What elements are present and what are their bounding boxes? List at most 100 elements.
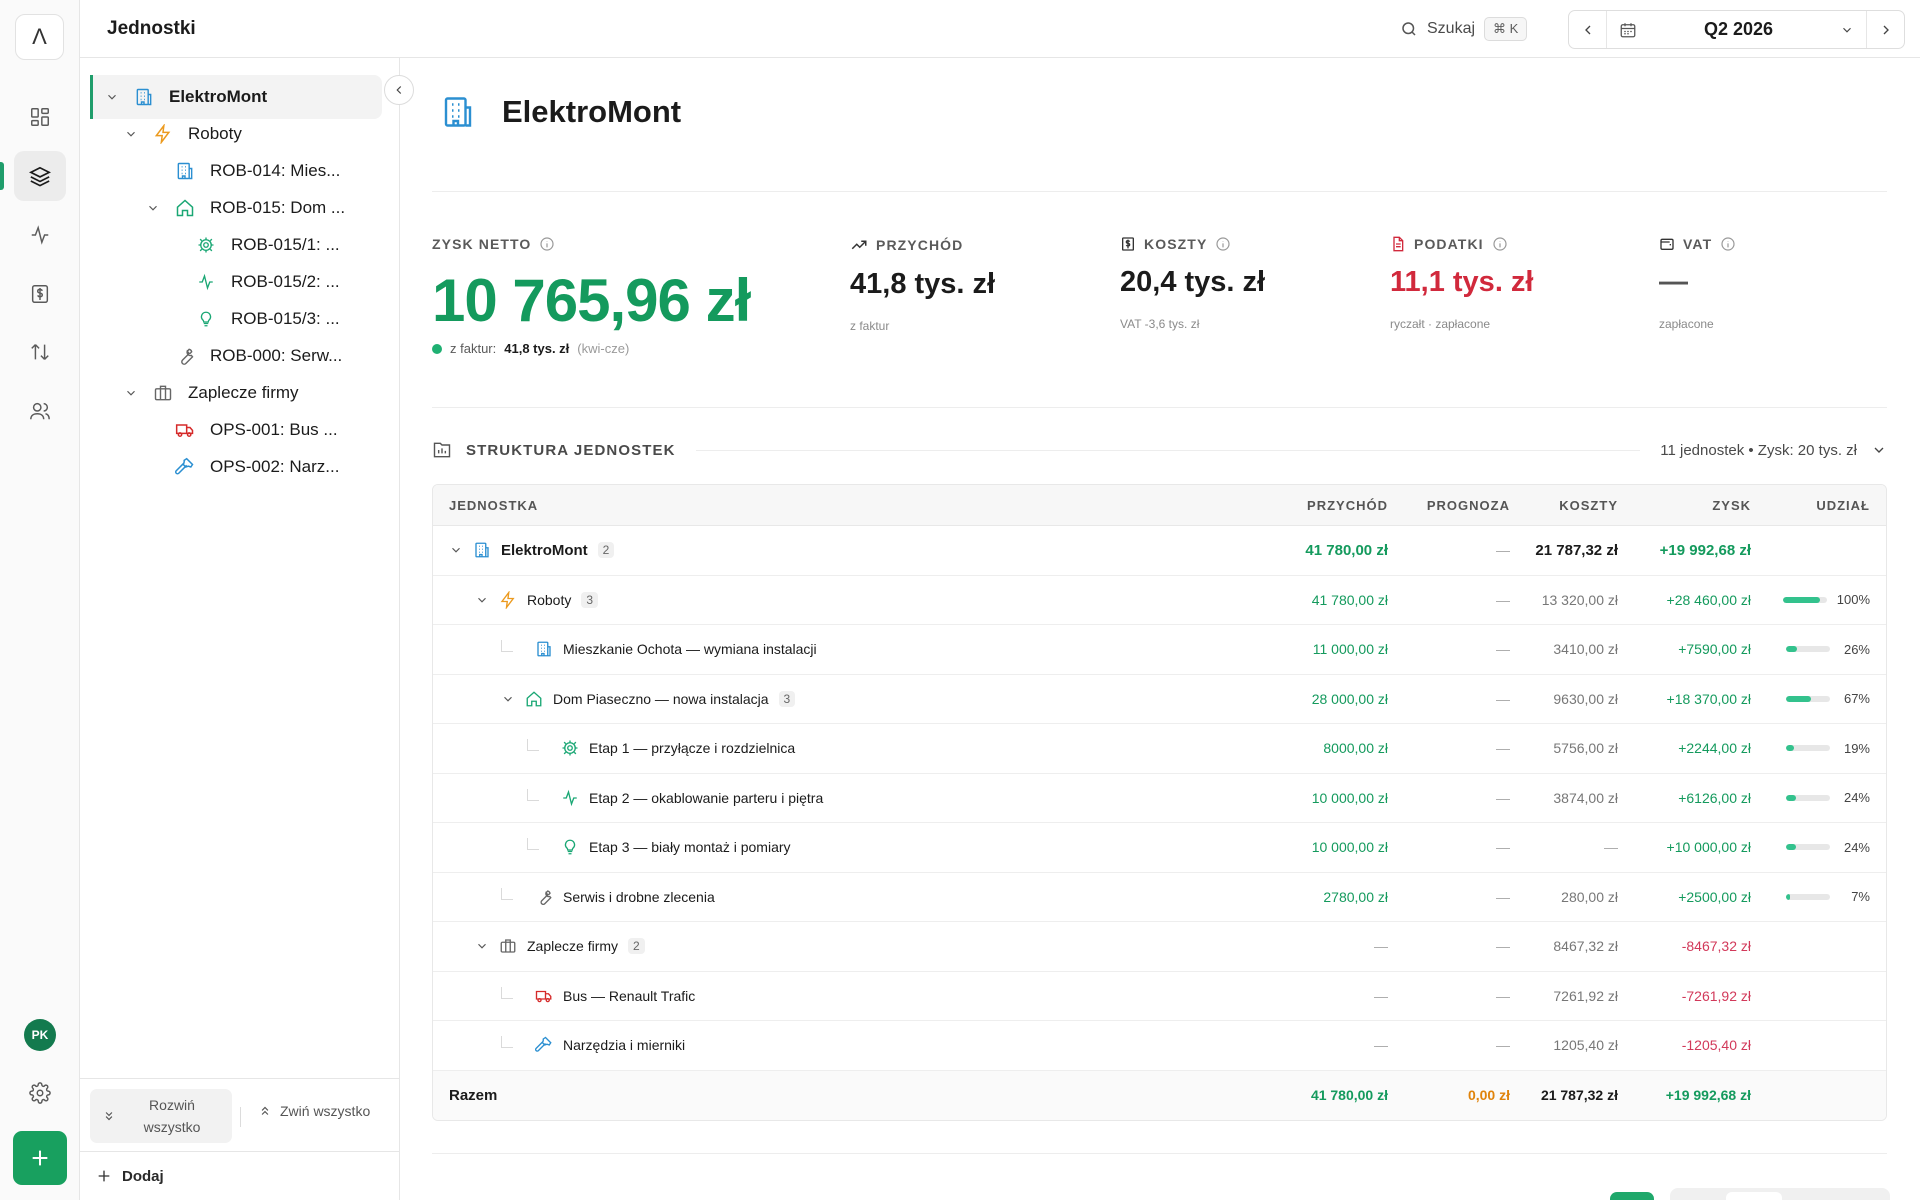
info-icon[interactable] (539, 236, 555, 252)
segment-active (1726, 1192, 1782, 1200)
row-profit: +2500,00 zł (1678, 888, 1751, 905)
hammer-icon (535, 1036, 552, 1052)
chevron-down-icon[interactable] (120, 386, 142, 400)
plus-icon (32, 1150, 48, 1166)
period-next-button[interactable] (1866, 11, 1904, 48)
row-costs: 21 787,32 zł (1535, 541, 1618, 559)
collapse-panel-button[interactable] (384, 75, 414, 105)
row-costs: 7261,92 zł (1553, 987, 1618, 1004)
quick-add-button[interactable] (13, 1131, 67, 1185)
kpi-net-profit: ZYSK NETTO 10 765,96 zł z faktur: 41,8 t… (432, 236, 751, 356)
section-title: Jednostki (107, 18, 196, 39)
user-avatar[interactable]: PK (24, 1019, 56, 1051)
total-revenue: 41 780,00 zł (1310, 1087, 1388, 1103)
table-row[interactable]: Mieszkanie Ochota — wymiana instalacji 11… (433, 625, 1886, 675)
lightbulb-icon (195, 310, 217, 328)
row-costs: 13 320,00 zł (1541, 591, 1618, 608)
collapse-all-button[interactable]: Zwiń wszystko (258, 1103, 370, 1119)
col-profit[interactable]: ZYSK (1712, 485, 1751, 525)
row-forecast: — (1496, 591, 1510, 608)
nav-invoices[interactable] (14, 269, 66, 319)
bolt-icon (500, 590, 515, 609)
col-forecast[interactable]: PROGNOZA (1427, 485, 1510, 525)
info-icon[interactable] (1492, 236, 1508, 252)
arrows-updown-icon (31, 344, 49, 360)
col-revenue[interactable]: PRZYCHÓD (1307, 485, 1388, 525)
kpi-taxes: PODATKI 11,1 tys. zł ryczałt · zapłacone (1390, 236, 1534, 331)
row-profit: +28 460,00 zł (1666, 591, 1751, 608)
nav-settings[interactable] (14, 1068, 66, 1118)
expand-all-button[interactable]: Rozwiń wszystko (90, 1089, 232, 1143)
nav-contacts[interactable] (14, 386, 66, 436)
view-segmented-control[interactable] (1670, 1188, 1890, 1200)
table-row[interactable]: Etap 1 — przyłącze i rozdzielnica 8000,00… (433, 724, 1886, 774)
chevron-down-icon[interactable] (101, 90, 123, 104)
row-name: Roboty 3 (475, 576, 599, 625)
col-unit[interactable]: JEDNOSTKA (449, 485, 538, 525)
row-forecast: — (1496, 641, 1510, 658)
table-header: JEDNOSTKA PRZYCHÓD PROGNOZA KOSZTY ZYSK … (433, 485, 1886, 526)
chevron-down-icon[interactable] (475, 593, 489, 607)
kpi-value: 41,8 tys. zł (850, 268, 996, 300)
period-select[interactable]: Q2 2026 (1607, 19, 1866, 40)
table-row[interactable]: ElektroMont 2 41 780,00 zł — 21 787,32 zł +19… (433, 526, 1886, 576)
table-row[interactable]: Serwis i drobne zlecenia 2780,00 zł — 280,0… (433, 873, 1886, 922)
row-costs: 5756,00 zł (1553, 740, 1618, 757)
table-total-row: Razem 41 780,00 zł 0,00 zł 21 787,32 zł … (433, 1070, 1886, 1120)
table-row[interactable]: Zaplecze firmy 2 — — 8467,32 zł -8467,32 zł (433, 922, 1886, 972)
child-count-badge: 3 (778, 690, 796, 707)
table-row[interactable]: Bus — Renault Trafic — — 7261,92 zł -7261,92… (433, 972, 1886, 1021)
total-forecast: 0,00 zł (1467, 1087, 1510, 1103)
calendar-icon (1620, 22, 1636, 37)
add-unit-button[interactable]: Dodaj (80, 1151, 400, 1200)
chevron-down-icon[interactable] (120, 127, 142, 141)
chevron-down-icon[interactable] (475, 939, 489, 953)
col-costs[interactable]: KOSZTY (1559, 485, 1618, 525)
nav-activity[interactable] (14, 210, 66, 260)
chevron-down-icon[interactable] (1871, 442, 1887, 458)
table-row[interactable]: Roboty 3 41 780,00 zł — 13 320,00 zł +28 460,… (433, 576, 1886, 625)
kpi-value: 10 765,96 zł (432, 267, 751, 334)
wrench-icon (540, 890, 552, 905)
row-costs: — (1604, 839, 1618, 856)
activity-icon (31, 225, 49, 245)
share-bar (1786, 646, 1830, 653)
building-icon (444, 97, 472, 127)
row-share: 7% (1786, 873, 1870, 922)
table-row[interactable]: Etap 2 — okablowanie parteru i piętra 10 … (433, 774, 1886, 823)
child-count-badge: 2 (628, 938, 645, 955)
kpi-note: z faktur: 41,8 tys. zł (kwi-cze) (432, 341, 750, 356)
table-row[interactable]: Etap 3 — biały montaż i pomiary 10 000,00… (433, 823, 1886, 873)
tree-connector (501, 986, 513, 999)
chevron-down-icon[interactable] (501, 692, 515, 706)
chevron-down-icon[interactable] (142, 201, 164, 215)
period-prev-button[interactable] (1569, 11, 1607, 48)
tree-connector (501, 887, 513, 900)
chevrons-up-icon (261, 1106, 269, 1115)
row-forecast: — (1496, 789, 1510, 806)
row-name: Narzędzia i mierniki (501, 1021, 685, 1070)
tree-connector (527, 838, 539, 851)
search-button[interactable]: Szukaj ⌘ K (1400, 14, 1528, 44)
chevron-down-icon[interactable] (449, 543, 463, 557)
users-icon (30, 402, 50, 420)
nav-transfers[interactable] (14, 327, 66, 377)
row-revenue: — (1374, 938, 1388, 955)
chevron-down-icon (1843, 27, 1851, 33)
kpi-vat: VAT — zapłacone (1659, 236, 1736, 331)
app-logo[interactable]: Λ (15, 14, 64, 60)
nav-units[interactable] (14, 151, 66, 201)
tree-node-ops-002[interactable]: OPS-002: Narz... (174, 445, 339, 489)
bolt-icon (152, 124, 174, 144)
col-share[interactable]: UDZIAŁ (1816, 485, 1870, 525)
total-label: Razem (449, 1086, 498, 1104)
truck-icon (174, 420, 196, 440)
row-share: 24% (1786, 774, 1870, 823)
info-icon[interactable] (1215, 236, 1231, 252)
table-row[interactable]: Narzędzia i mierniki — — 1205,40 zł -1205,40… (433, 1021, 1886, 1071)
view-toggle[interactable] (1610, 1192, 1654, 1200)
row-revenue: — (1374, 1037, 1388, 1054)
info-icon[interactable] (1720, 236, 1736, 252)
nav-dashboard[interactable] (14, 92, 66, 142)
table-row[interactable]: Dom Piaseczno — nowa instalacja 3 28 000,0… (433, 675, 1886, 724)
